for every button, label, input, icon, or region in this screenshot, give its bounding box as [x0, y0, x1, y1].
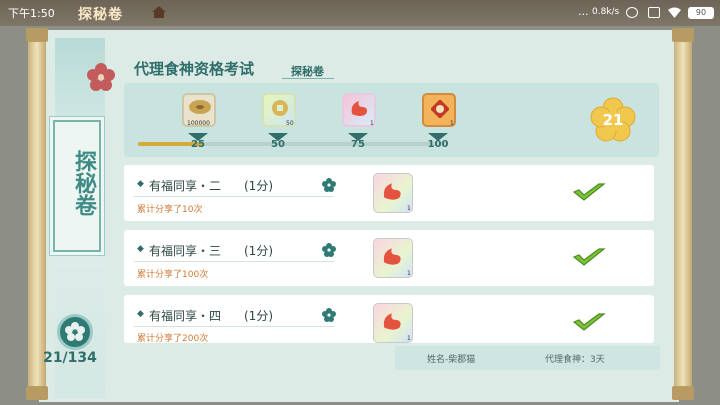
reward-slot-1[interactable]: 100000: [182, 93, 216, 127]
reward-slot-4[interactable]: 1: [422, 93, 456, 127]
reward-count: 1: [370, 120, 374, 127]
reward-count: 100000: [187, 120, 210, 127]
left-scroll-rod: [28, 34, 46, 396]
task-description: 累计分享了200次: [137, 334, 209, 343]
more-dots: ...: [578, 5, 589, 18]
task-row: ◆ 有福同享・四 (1分) 累计分享了200次 1: [124, 295, 654, 343]
task-points: (1分): [244, 179, 273, 193]
task-name: 有福同享・三: [149, 244, 222, 258]
flower-icon: [322, 178, 336, 192]
collection-progress: 21/134: [43, 350, 97, 366]
sakura-badge-icon: [57, 314, 93, 350]
milestone-label: 25: [191, 139, 205, 150]
wifi-icon: [668, 7, 681, 18]
task-divider: [134, 326, 334, 327]
task-divider: [134, 196, 334, 197]
milestone-label: 50: [271, 139, 285, 150]
task-description: 累计分享了10次: [137, 205, 203, 215]
sim-icon: [648, 7, 660, 18]
side-title: 探秘卷: [71, 150, 96, 216]
task-name: 有福同享・二: [149, 179, 222, 193]
reward-count: 50: [286, 120, 294, 127]
flame-emblem-icon: [383, 183, 401, 200]
flame-emblem-icon: [351, 101, 367, 116]
rod-cap: [26, 28, 48, 42]
rod-cap: [672, 386, 694, 400]
checkmark-icon: [572, 313, 606, 331]
agent-days: 代理食神：3天: [545, 355, 605, 365]
net-speed: 0.8k/s: [592, 7, 620, 17]
task-reward-item[interactable]: 1: [373, 173, 413, 213]
home-icon[interactable]: [152, 6, 166, 18]
reward-slot-2[interactable]: 50: [262, 93, 296, 127]
plum-blossom-icon: [87, 63, 115, 91]
alarm-icon: [626, 7, 638, 18]
task-row: ◆ 有福同享・三 (1分) 累计分享了100次 1: [124, 230, 654, 286]
score-value: 21: [602, 111, 624, 129]
red-seal-icon: [431, 100, 449, 118]
task-row: ◆ 有福同享・二 (1分) 累计分享了10次 1: [124, 165, 654, 221]
milestone-label: 75: [351, 139, 365, 150]
game-title: 探秘卷: [78, 7, 123, 23]
shell-coin-icon: [189, 100, 211, 114]
task-points: (1分): [244, 309, 273, 323]
task-divider: [134, 261, 334, 262]
bullet-icon: ◆: [137, 244, 144, 254]
clock: 下午1:50: [8, 7, 55, 20]
right-scroll-rod: [674, 34, 692, 396]
task-points: (1分): [244, 244, 273, 258]
flower-icon: [322, 308, 336, 322]
flower-icon: [322, 243, 336, 257]
player-name: 姓名-柴郡猫: [427, 355, 476, 365]
page-subtitle: 探秘卷: [291, 65, 324, 78]
rod-cap: [26, 386, 48, 400]
reward-count: 1: [407, 335, 411, 342]
reward-count: 1: [407, 205, 411, 212]
task-name: 有福同享・四: [149, 309, 222, 323]
task-reward-item[interactable]: 1: [373, 238, 413, 278]
flame-emblem-icon: [383, 313, 401, 330]
rod-cap: [672, 28, 694, 42]
flame-emblem-icon: [383, 248, 401, 265]
bullet-icon: ◆: [137, 309, 144, 319]
checkmark-icon: [572, 183, 606, 201]
checkmark-icon: [572, 248, 606, 266]
jade-coin-icon: [272, 100, 288, 116]
task-description: 累计分享了100次: [137, 270, 209, 280]
status-bar: 下午1:50 探秘卷 ... 0.8k/s 90: [0, 0, 720, 26]
subtitle-underline: [282, 78, 334, 79]
reward-count: 1: [450, 120, 454, 127]
page-title: 代理食神资格考试: [134, 60, 255, 78]
bullet-icon: ◆: [137, 179, 144, 189]
battery-indicator: 90: [688, 7, 714, 19]
task-reward-item[interactable]: 1: [373, 303, 413, 343]
reward-count: 1: [407, 270, 411, 277]
reward-slot-3[interactable]: 1: [342, 93, 376, 127]
milestone-label: 100: [427, 139, 449, 150]
